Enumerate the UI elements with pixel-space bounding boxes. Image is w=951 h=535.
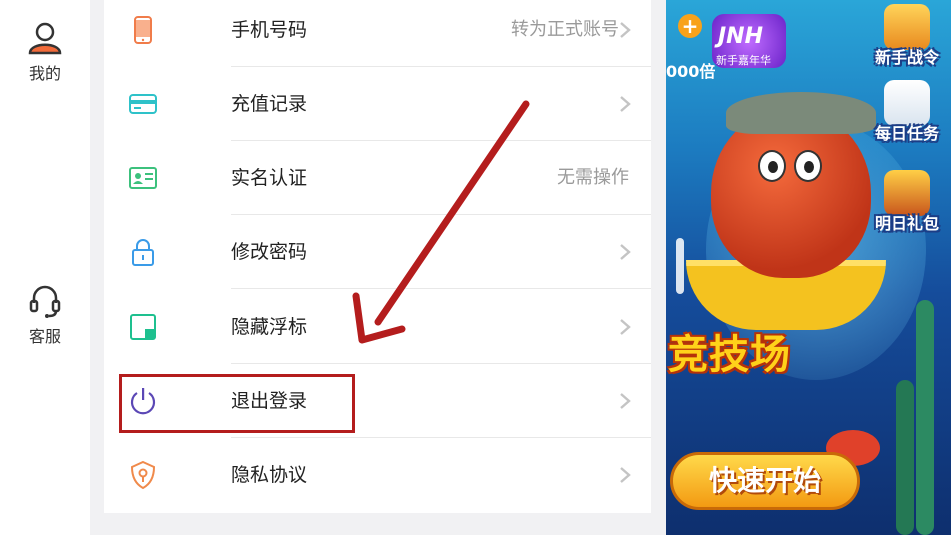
settings-row-title: 手机号码 — [231, 19, 308, 41]
privacy-shield-icon — [130, 460, 156, 490]
side-button-label: 新手战令 — [874, 48, 939, 67]
settings-panel: 手机号码 转为正式账号 充值记录 实名认证 无需操作 修改密码 隐藏浮标 退出登… — [90, 0, 666, 535]
nav-item-service-label: 客服 — [28, 327, 61, 346]
chevron-right-icon — [620, 319, 631, 335]
add-coins-button[interactable]: + — [678, 14, 702, 38]
headset-icon — [29, 285, 61, 318]
logout-highlight-box — [119, 374, 355, 433]
side-button-label: 每日任务 — [874, 124, 939, 143]
side-nav: 我的 客服 — [0, 0, 90, 535]
settings-row-title: 实名认证 — [231, 167, 308, 189]
id-card-icon — [129, 167, 157, 189]
side-button-tomorrow-gift[interactable]: 明日礼包 — [866, 170, 948, 234]
phone-icon — [134, 16, 152, 44]
nav-item-mine[interactable]: 我的 — [0, 20, 90, 84]
octopus-pupil — [804, 161, 814, 173]
nav-item-mine-label: 我的 — [28, 64, 61, 83]
side-button-beginner-pass[interactable]: 新手战令 — [866, 4, 948, 68]
chevron-right-icon — [620, 244, 631, 260]
event-logo-text: JNH — [718, 24, 764, 49]
hide-float-icon — [130, 314, 156, 340]
octopus-eye — [794, 150, 822, 182]
settings-row-value: 无需操作 — [557, 167, 629, 188]
settings-row-real-name[interactable]: 实名认证 无需操作 — [104, 141, 651, 215]
game-banner[interactable]: + JNH 新手嘉年华 000倍 竞技场 快速开始 新手战令 每日任务 明日礼包 — [666, 0, 951, 535]
seaweed — [916, 300, 934, 535]
arena-title: 竞技场 — [668, 332, 791, 378]
settings-row-phone[interactable]: 手机号码 转为正式账号 — [104, 0, 651, 67]
settings-row-hide-float[interactable]: 隐藏浮标 — [104, 290, 651, 364]
chevron-right-icon — [620, 393, 631, 409]
user-icon — [28, 22, 62, 55]
row-divider — [231, 288, 651, 289]
settings-list: 手机号码 转为正式账号 充值记录 实名认证 无需操作 修改密码 隐藏浮标 退出登… — [104, 0, 651, 513]
nav-item-service[interactable]: 客服 — [0, 283, 90, 347]
octopus-eye — [758, 150, 786, 182]
chevron-right-icon — [620, 96, 631, 112]
settings-row-change-password[interactable]: 修改密码 — [104, 215, 651, 289]
card-icon — [129, 94, 157, 114]
chevron-right-icon — [620, 467, 631, 483]
seaweed — [896, 380, 914, 535]
octopus-bandana — [726, 92, 876, 134]
settings-row-privacy[interactable]: 隐私协议 — [104, 438, 651, 512]
chevron-right-icon — [620, 22, 631, 38]
float-handle[interactable] — [676, 238, 684, 294]
octopus-pupil — [768, 161, 778, 173]
lock-icon — [132, 239, 154, 266]
quick-start-button[interactable]: 快速开始 — [670, 452, 860, 510]
event-logo-subtitle: 新手嘉年华 — [716, 54, 771, 67]
settings-row-title: 隐藏浮标 — [231, 316, 308, 338]
coin-multiplier-text: 000倍 — [666, 62, 716, 81]
settings-row-value: 转为正式账号 — [511, 19, 619, 40]
side-button-label: 明日礼包 — [874, 214, 939, 233]
settings-row-recharge-history[interactable]: 充值记录 — [104, 67, 651, 141]
settings-row-title: 修改密码 — [231, 241, 308, 263]
side-button-daily-task[interactable]: 每日任务 — [866, 80, 948, 144]
settings-row-title: 充值记录 — [231, 93, 308, 115]
settings-row-title: 隐私协议 — [231, 464, 308, 486]
